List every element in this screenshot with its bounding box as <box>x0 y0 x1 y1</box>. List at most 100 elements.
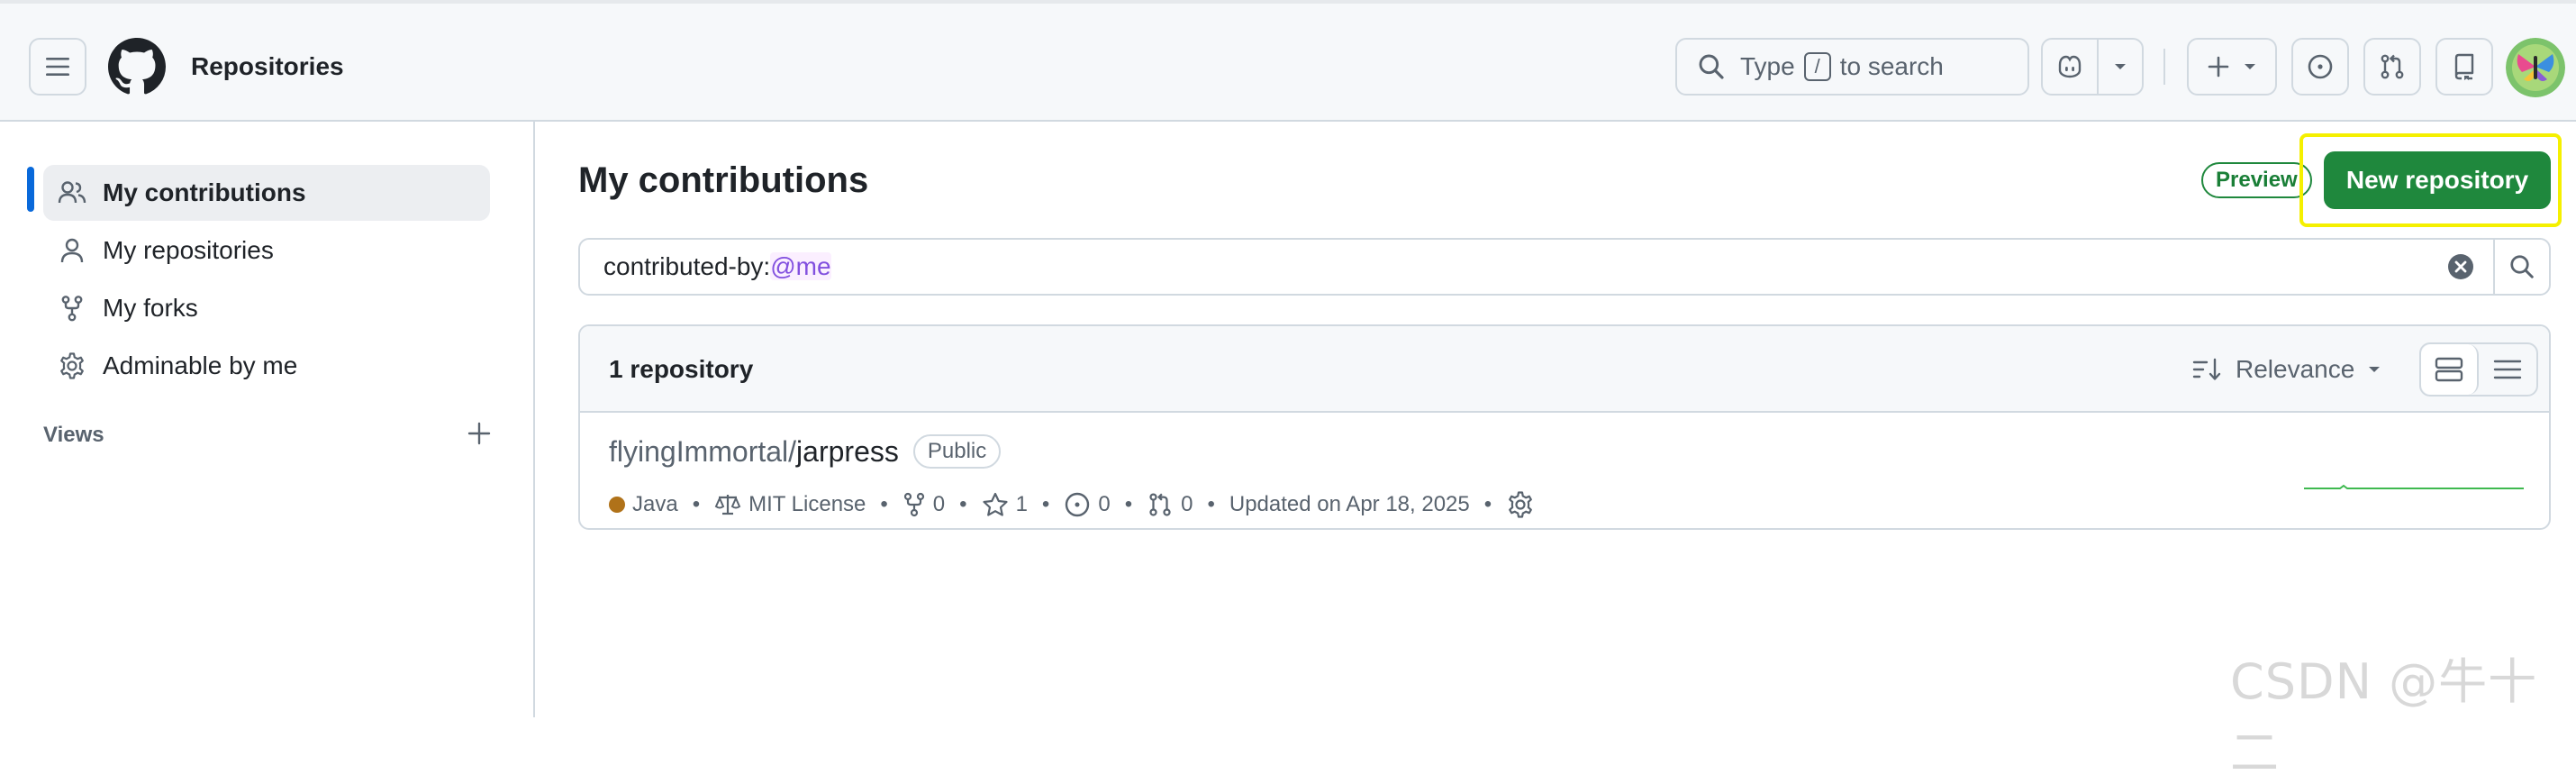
copilot-icon <box>2058 55 2082 78</box>
sort-label: Relevance <box>2236 355 2355 383</box>
meta-separator: • <box>1041 492 1050 516</box>
copilot-button-group <box>2041 38 2144 96</box>
list-view-button[interactable] <box>2479 344 2536 395</box>
sidebar-item-my-forks[interactable]: My forks <box>43 280 490 336</box>
page-title: My contributions <box>578 160 869 200</box>
license-label: MIT License <box>748 492 866 516</box>
plus-icon <box>467 422 491 445</box>
repo-metadata: Java • MIT License • 0 • 1 • 0 • 0 • Upd… <box>609 490 1535 519</box>
header-divider <box>2163 49 2165 85</box>
meta-separator: • <box>959 492 967 516</box>
user-avatar[interactable] <box>2506 38 2565 97</box>
preview-badge[interactable]: Preview <box>2201 162 2312 198</box>
meta-separator: • <box>1124 492 1133 516</box>
menu-button[interactable] <box>29 38 86 96</box>
card-view-button[interactable] <box>2421 344 2480 395</box>
context-title[interactable]: Repositories <box>191 50 344 83</box>
create-new-button[interactable] <box>2187 38 2277 96</box>
triangle-down-icon <box>2369 367 2381 372</box>
sidebar-item-label: Adminable by me <box>103 351 298 379</box>
repo-icon <box>2454 53 2474 80</box>
github-logo-icon[interactable] <box>108 38 166 96</box>
person-icon <box>60 238 84 263</box>
views-heading: Views <box>43 423 104 447</box>
visibility-badge: Public <box>912 434 1002 469</box>
repo-issues-link[interactable]: 0 <box>1064 491 1111 518</box>
view-toggle <box>2419 342 2538 397</box>
new-repository-button[interactable]: New repository <box>2324 151 2551 209</box>
global-header: Repositories Type / to search <box>0 0 2576 122</box>
people-icon <box>58 181 86 204</box>
triangle-down-icon <box>2115 64 2126 69</box>
repo-title: flyingImmortal / jarpress Public <box>609 434 1002 469</box>
plus-icon <box>2208 56 2229 77</box>
gear-icon <box>60 352 84 379</box>
copilot-dropdown-button[interactable] <box>2099 40 2142 94</box>
results-count: 1 repository <box>609 355 754 383</box>
search-icon <box>1699 54 1724 79</box>
sort-dropdown[interactable]: Relevance <box>2192 351 2381 387</box>
sidebar-item-label: My repositories <box>103 236 274 264</box>
law-icon <box>714 495 741 515</box>
star-icon <box>982 492 1008 516</box>
sidebar-item-label: My forks <box>103 294 198 322</box>
active-indicator <box>27 167 34 212</box>
rows-icon <box>2435 357 2463 382</box>
search-icon <box>2510 255 2534 278</box>
copilot-button[interactable] <box>2043 40 2099 94</box>
language-color-dot <box>609 497 625 513</box>
search-suffix-text: to search <box>1839 52 1944 80</box>
updated-timestamp: Updated on Apr 18, 2025 <box>1229 492 1470 516</box>
sidebar: My contributions My repositories My fork… <box>0 122 535 717</box>
meta-separator: • <box>880 492 888 516</box>
language-label: Java <box>632 492 678 516</box>
sidebar-item-my-contributions[interactable]: My contributions <box>43 165 490 221</box>
sidebar-item-my-repositories[interactable]: My repositories <box>43 223 490 278</box>
sidebar-item-adminable-by-me[interactable]: Adminable by me <box>43 338 490 394</box>
triangle-down-icon <box>2245 64 2255 69</box>
repo-pulls-link[interactable]: 0 <box>1147 491 1193 518</box>
sidebar-item-label: My contributions <box>103 178 306 206</box>
search-input[interactable]: Type / to search <box>1675 38 2029 96</box>
gear-icon <box>1509 491 1533 518</box>
x-circle-fill-icon <box>2448 254 2473 279</box>
meta-separator: • <box>1207 492 1215 516</box>
repository-filter-input[interactable]: contributed-by:@me <box>578 238 2551 296</box>
fork-icon <box>903 492 924 517</box>
add-view-button[interactable] <box>461 415 497 451</box>
activity-sparkline <box>2304 484 2524 489</box>
repositories-button[interactable] <box>2435 38 2493 96</box>
filter-value: @me <box>770 252 831 280</box>
repo-path-separator: / <box>788 434 797 468</box>
repo-settings-link[interactable] <box>1506 490 1535 519</box>
issues-button[interactable] <box>2291 38 2349 96</box>
repo-forks-link[interactable]: 0 <box>903 492 945 517</box>
watermark-text: CSDN @牛十二 <box>2230 653 2538 781</box>
repo-owner-link[interactable]: flyingImmortal <box>609 435 788 469</box>
filter-query[interactable]: contributed-by:@me <box>603 252 2446 281</box>
clear-filter-button[interactable] <box>2446 252 2475 281</box>
filter-search-button[interactable] <box>2493 240 2549 294</box>
git-pull-request-icon <box>2381 54 2404 79</box>
stars-count: 1 <box>1015 492 1028 516</box>
hamburger-icon <box>46 58 69 76</box>
meta-separator: • <box>692 492 701 516</box>
results-header: 1 repository Relevance <box>580 326 2549 413</box>
search-prefix-text: Type <box>1740 52 1795 80</box>
git-pull-request-icon <box>1149 493 1171 516</box>
sort-desc-icon <box>2192 358 2221 380</box>
fork-icon <box>61 296 83 322</box>
issue-opened-icon <box>1066 492 1090 517</box>
forks-count: 0 <box>932 492 946 516</box>
issues-count: 0 <box>1098 492 1111 516</box>
list-unordered-icon <box>2493 360 2522 379</box>
list-item: flyingImmortal / jarpress Public Java • MI… <box>580 413 2549 528</box>
repo-license: MIT License <box>714 492 866 517</box>
repo-name-link[interactable]: jarpress <box>796 435 899 469</box>
repo-stars-link[interactable]: 1 <box>982 492 1028 517</box>
pull-requests-button[interactable] <box>2363 38 2421 96</box>
results-panel: 1 repository Relevance flyingImmortal / … <box>578 324 2551 530</box>
issue-opened-icon <box>2308 54 2333 79</box>
meta-separator: • <box>1483 492 1492 516</box>
search-shortcut-key: / <box>1803 52 1831 81</box>
